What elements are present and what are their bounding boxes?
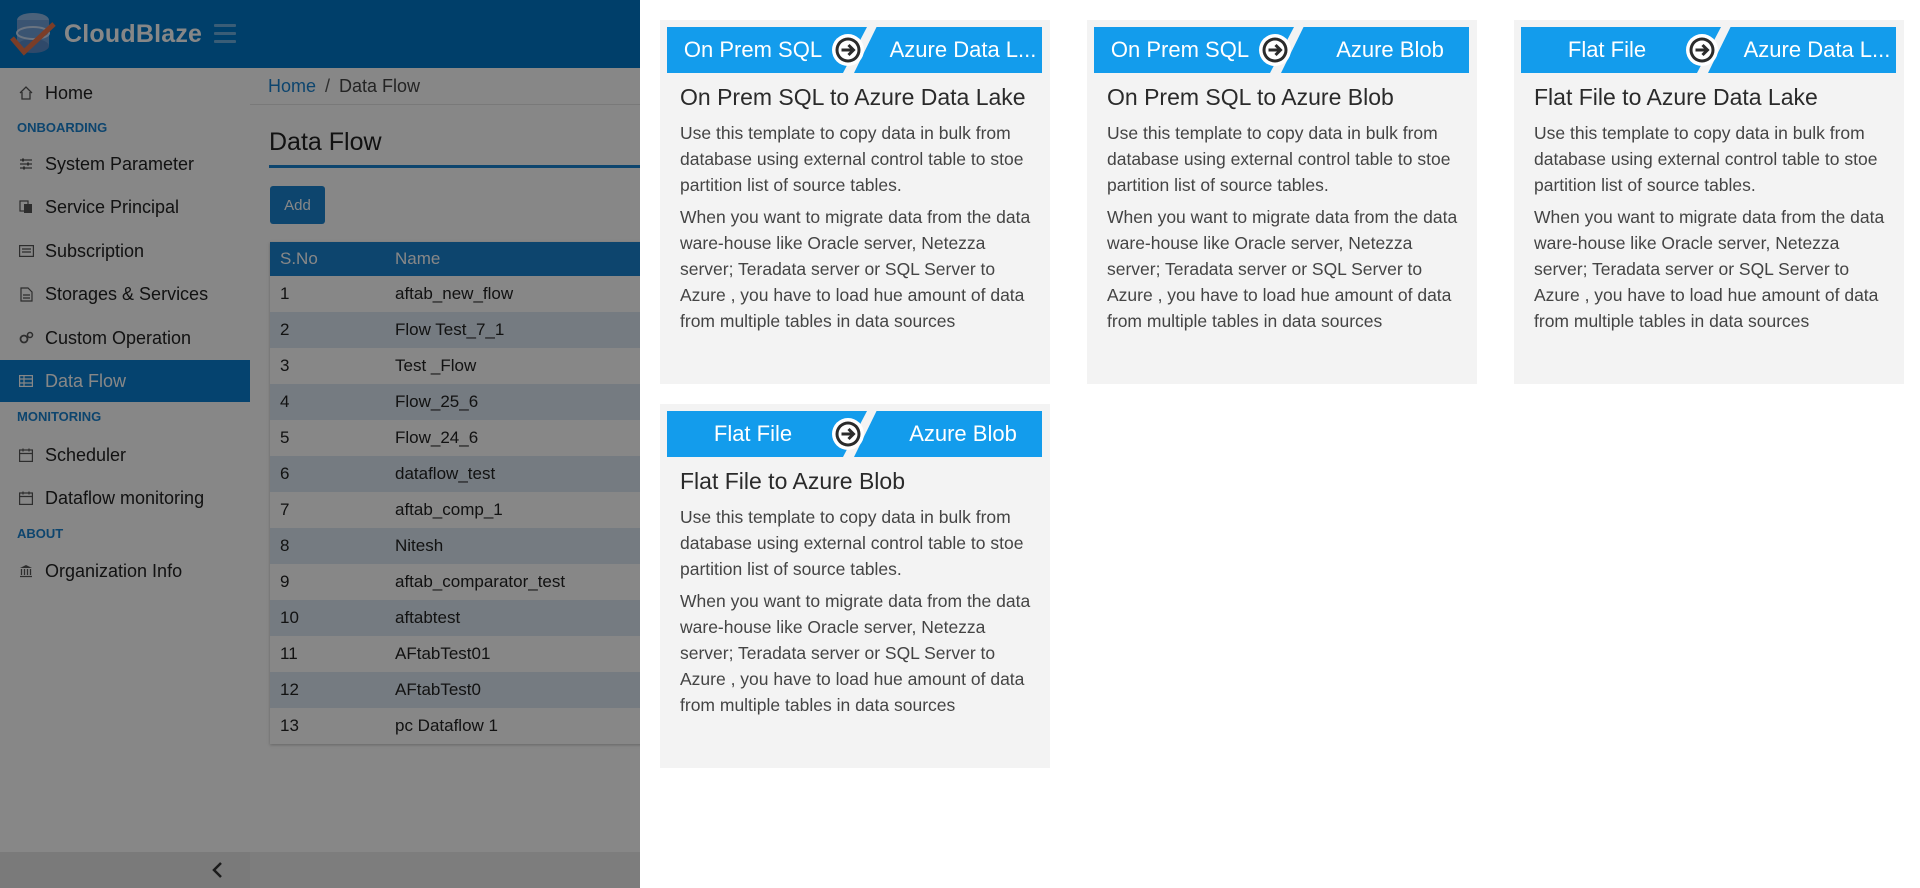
template-header: On Prem SQL Azure Blob — [1094, 27, 1469, 73]
arrow-right-circle-icon — [1259, 34, 1291, 66]
template-header: Flat File Azure Data L... — [1521, 27, 1896, 73]
arrow-right-circle-icon — [832, 34, 864, 66]
template-detail: When you want to migrate data from the d… — [680, 591, 1031, 715]
template-title: On Prem SQL to Azure Data Lake — [680, 84, 1026, 110]
template-header: Flat File Azure Blob — [667, 411, 1042, 457]
template-title: On Prem SQL to Azure Blob — [1107, 84, 1394, 110]
template-card[interactable]: Flat File Azure Blob Flat File to Azure Bl… — [660, 404, 1050, 768]
template-target: Azure Blob — [854, 411, 1042, 457]
template-target: Azure Data L... — [1708, 27, 1896, 73]
template-header: On Prem SQL Azure Data L... — [667, 27, 1042, 73]
template-card[interactable]: On Prem SQL Azure Data L... On Prem SQL to… — [660, 20, 1050, 384]
template-title: Flat File to Azure Blob — [680, 468, 905, 494]
template-detail: When you want to migrate data from the d… — [1107, 207, 1458, 331]
template-target: Azure Blob — [1281, 27, 1469, 73]
template-description: Use this template to copy data in bulk f… — [680, 123, 1024, 195]
template-description: Use this template to copy data in bulk f… — [680, 507, 1024, 579]
arrow-right-circle-icon — [1686, 34, 1718, 66]
template-target: Azure Data L... — [854, 27, 1042, 73]
template-drawer: On Prem SQL Azure Data L... On Prem SQL to… — [640, 0, 1920, 888]
template-detail: When you want to migrate data from the d… — [680, 207, 1031, 331]
template-detail: When you want to migrate data from the d… — [1534, 207, 1885, 331]
template-card[interactable]: On Prem SQL Azure Blob On Prem SQL to Azur… — [1087, 20, 1477, 384]
arrow-right-circle-icon — [832, 418, 864, 450]
template-description: Use this template to copy data in bulk f… — [1107, 123, 1451, 195]
template-description: Use this template to copy data in bulk f… — [1534, 123, 1878, 195]
template-card[interactable]: Flat File Azure Data L... Flat File to Azu… — [1514, 20, 1904, 384]
template-title: Flat File to Azure Data Lake — [1534, 84, 1818, 110]
